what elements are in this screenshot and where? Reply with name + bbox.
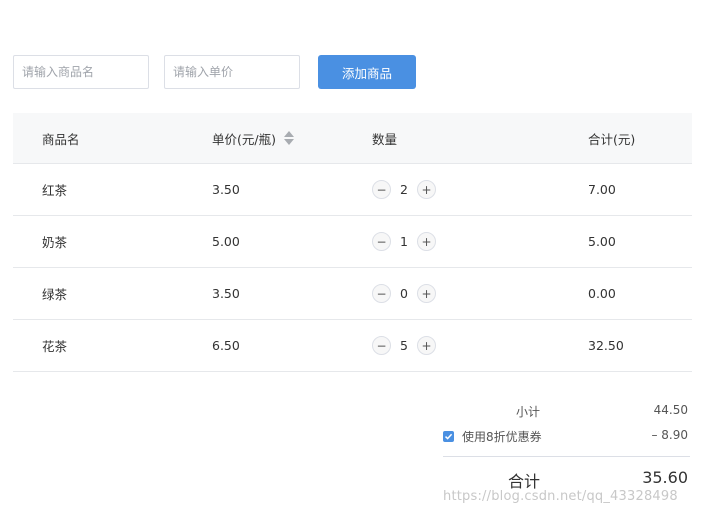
increment-button[interactable]: + xyxy=(417,336,436,355)
header-product-name: 商品名 xyxy=(42,131,80,147)
unit-price-cell: 6.50 xyxy=(212,338,240,353)
product-name-cell: 绿茶 xyxy=(42,287,68,302)
product-name-cell: 奶茶 xyxy=(42,235,68,250)
increment-button[interactable]: + xyxy=(417,232,436,251)
product-table: 商品名 单价(元/瓶) 数量 合计(元) 红茶 3.50 − 2 + 7.00 xyxy=(13,113,692,372)
product-name-cell: 红茶 xyxy=(42,183,68,198)
order-summary: 小计 44.50 使用8折优惠券 – 8.90 合计 35.60 xyxy=(443,398,690,497)
table-row: 奶茶 5.00 − 1 + 5.00 xyxy=(13,216,692,268)
quantity-stepper: − 0 + xyxy=(372,268,436,319)
header-unit-price[interactable]: 单价(元/瓶) xyxy=(212,113,294,163)
decrement-button[interactable]: − xyxy=(372,284,391,303)
row-subtotal-cell: 32.50 xyxy=(588,338,624,353)
increment-button[interactable]: + xyxy=(417,284,436,303)
coupon-label: 使用8折优惠券 xyxy=(462,430,542,444)
coupon-checkbox[interactable] xyxy=(443,431,454,442)
quantity-stepper: − 2 + xyxy=(372,164,436,215)
table-header: 商品名 单价(元/瓶) 数量 合计(元) xyxy=(13,113,692,164)
unit-price-cell: 3.50 xyxy=(212,286,240,301)
decrement-button[interactable]: − xyxy=(372,336,391,355)
quantity-value: 2 xyxy=(400,182,408,197)
product-name-input[interactable] xyxy=(13,55,149,89)
table-row: 红茶 3.50 − 2 + 7.00 xyxy=(13,164,692,216)
subtotal-row: 小计 44.50 xyxy=(443,398,690,423)
row-subtotal-cell: 5.00 xyxy=(588,234,616,249)
quantity-value: 1 xyxy=(400,234,408,249)
unit-price-input[interactable] xyxy=(164,55,300,89)
quantity-stepper: − 5 + xyxy=(372,320,436,371)
decrement-button[interactable]: − xyxy=(372,180,391,199)
decrement-button[interactable]: − xyxy=(372,232,391,251)
table-row: 花茶 6.50 − 5 + 32.50 xyxy=(13,320,692,372)
row-subtotal-cell: 0.00 xyxy=(588,286,616,301)
increment-button[interactable]: + xyxy=(417,180,436,199)
unit-price-cell: 5.00 xyxy=(212,234,240,249)
add-product-form: 添加商品 xyxy=(13,55,416,89)
row-subtotal-cell: 7.00 xyxy=(588,182,616,197)
coupon-row: 使用8折优惠券 – 8.90 xyxy=(443,423,690,448)
check-icon xyxy=(444,433,453,440)
subtotal-value: 44.50 xyxy=(653,403,688,417)
quantity-value: 0 xyxy=(400,286,408,301)
header-subtotal: 合计(元) xyxy=(588,131,636,147)
total-value: 35.60 xyxy=(642,468,688,487)
quantity-stepper: − 1 + xyxy=(372,216,436,267)
cart-page: 添加商品 商品名 单价(元/瓶) 数量 合计(元) 红茶 3.50 − 2 + … xyxy=(0,0,703,516)
table-row: 绿茶 3.50 − 0 + 0.00 xyxy=(13,268,692,320)
coupon-discount-value: – 8.90 xyxy=(651,428,688,442)
subtotal-label: 小计 xyxy=(515,405,540,419)
sort-icon[interactable] xyxy=(283,130,294,146)
product-name-cell: 花茶 xyxy=(42,339,68,354)
add-product-button[interactable]: 添加商品 xyxy=(318,55,416,89)
header-unit-price-label: 单价(元/瓶) xyxy=(212,131,276,147)
unit-price-cell: 3.50 xyxy=(212,182,240,197)
quantity-value: 5 xyxy=(400,338,408,353)
coupon-option[interactable]: 使用8折优惠券 xyxy=(443,428,542,445)
header-quantity: 数量 xyxy=(372,131,398,147)
watermark: https://blog.csdn.net/qq_43328498 xyxy=(443,489,678,504)
